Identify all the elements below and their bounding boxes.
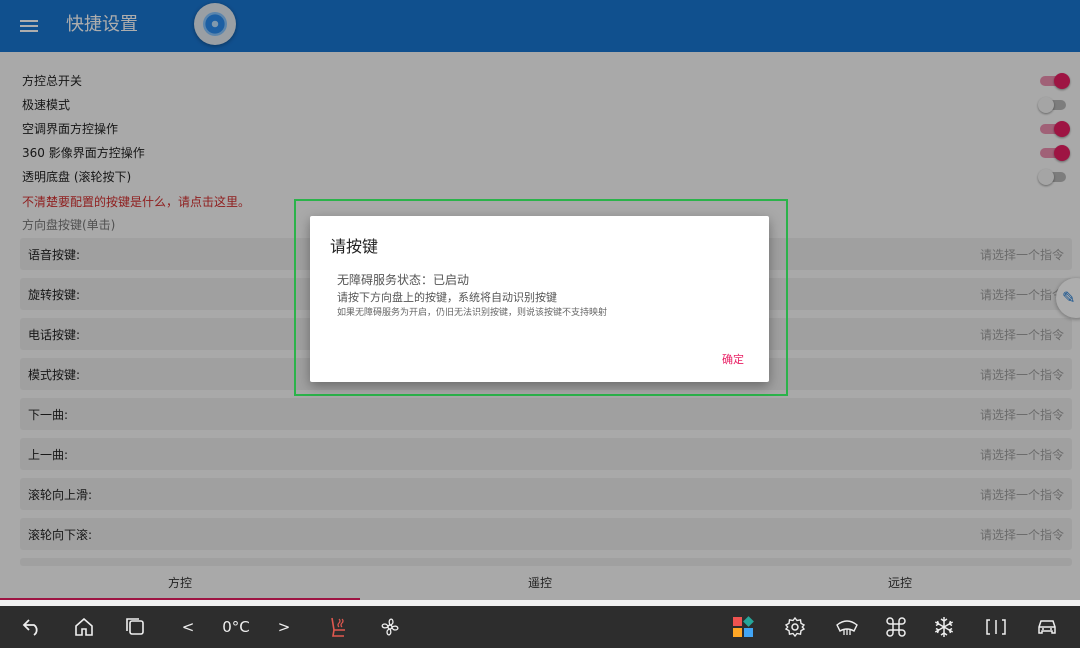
temp-down-button[interactable]: < bbox=[172, 606, 204, 648]
defrost-icon[interactable] bbox=[831, 606, 863, 648]
dialog-instruction: 请按下方向盘上的按键，系统将自动识别按键 bbox=[337, 291, 557, 304]
car-icon[interactable] bbox=[1031, 606, 1063, 648]
seat-heat-icon[interactable] bbox=[322, 606, 354, 648]
fan-icon[interactable] bbox=[374, 606, 406, 648]
split-screen-icon[interactable] bbox=[980, 606, 1012, 648]
dialog-title: 请按键 bbox=[330, 237, 379, 256]
back-icon[interactable] bbox=[16, 606, 48, 648]
command-icon[interactable] bbox=[880, 606, 912, 648]
app-window: 快捷设置 方控总开关 极速模式 空调界面方控操作 360 影像界面方控操作 透明… bbox=[0, 0, 1080, 600]
temp-up-button[interactable]: > bbox=[268, 606, 300, 648]
settings-icon[interactable] bbox=[779, 606, 811, 648]
temperature-display: 0°C bbox=[222, 618, 250, 636]
ac-snowflake-icon[interactable] bbox=[928, 606, 960, 648]
dialog-note: 如果无障碍服务为开启，仍旧无法识别按键，则说该按键不支持映射 bbox=[337, 308, 608, 318]
system-navbar: < 0°C > bbox=[0, 606, 1080, 648]
press-key-dialog: 请按键 无障碍服务状态：已启动 请按下方向盘上的按键，系统将自动识别按键 如果无… bbox=[310, 216, 769, 382]
apps-icon[interactable] bbox=[727, 606, 759, 648]
recents-icon[interactable] bbox=[120, 606, 152, 648]
dialog-status: 无障碍服务状态：已启动 bbox=[337, 273, 470, 287]
home-icon[interactable] bbox=[68, 606, 100, 648]
ok-button[interactable]: 确定 bbox=[722, 351, 744, 367]
